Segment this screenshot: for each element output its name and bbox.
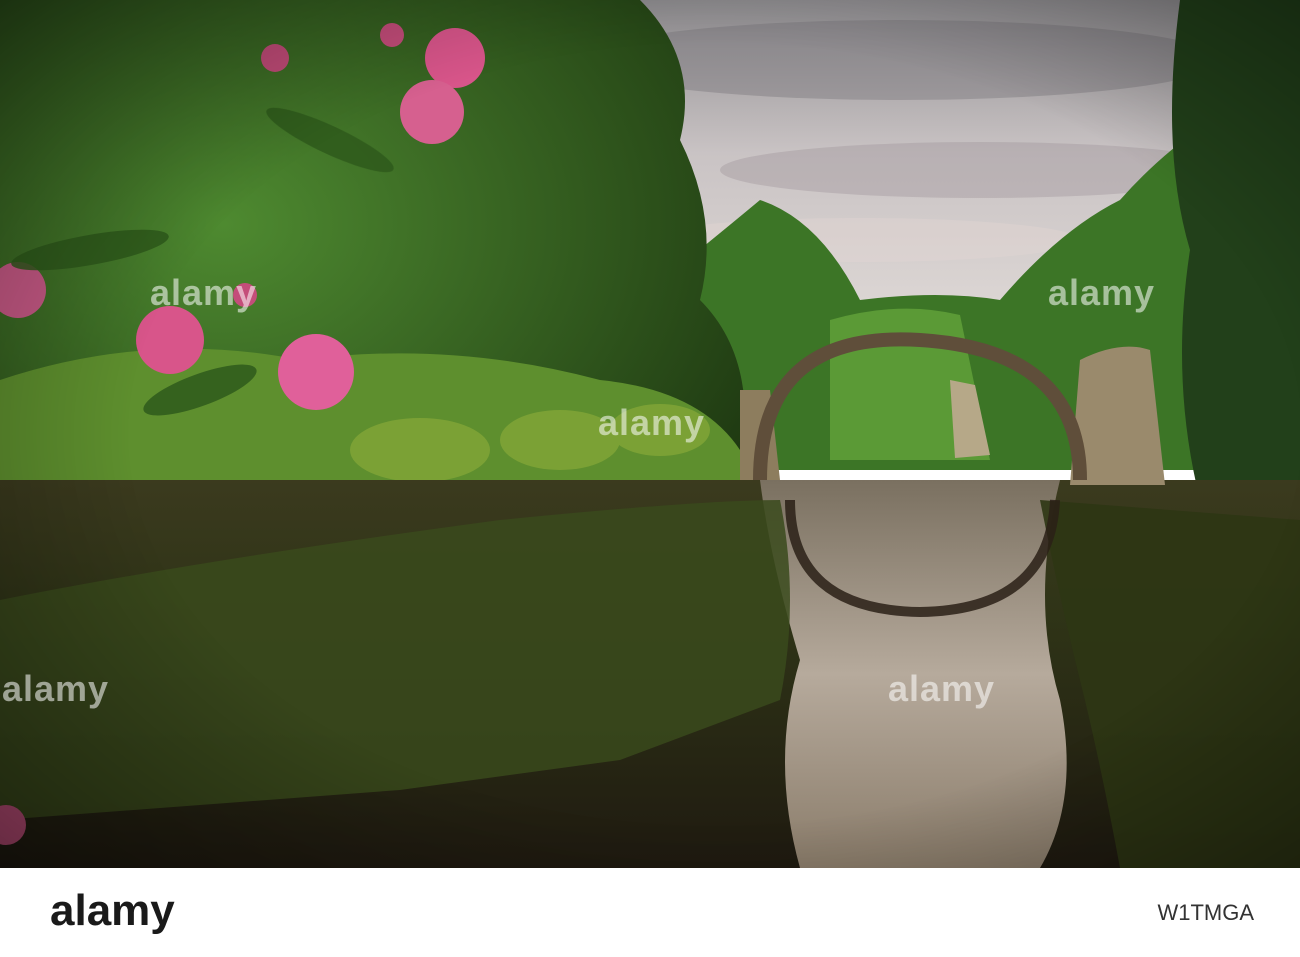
image-viewer: alamy alamy alamy alamy alamy alamy W1TM… — [0, 0, 1300, 957]
alamy-logo[interactable]: alamy — [50, 886, 175, 936]
landscape-photo — [0, 0, 1300, 868]
image-id: W1TMGA — [1157, 900, 1254, 925]
vignette — [0, 0, 1300, 868]
footer-bar: alamy W1TMGA — [0, 868, 1300, 957]
